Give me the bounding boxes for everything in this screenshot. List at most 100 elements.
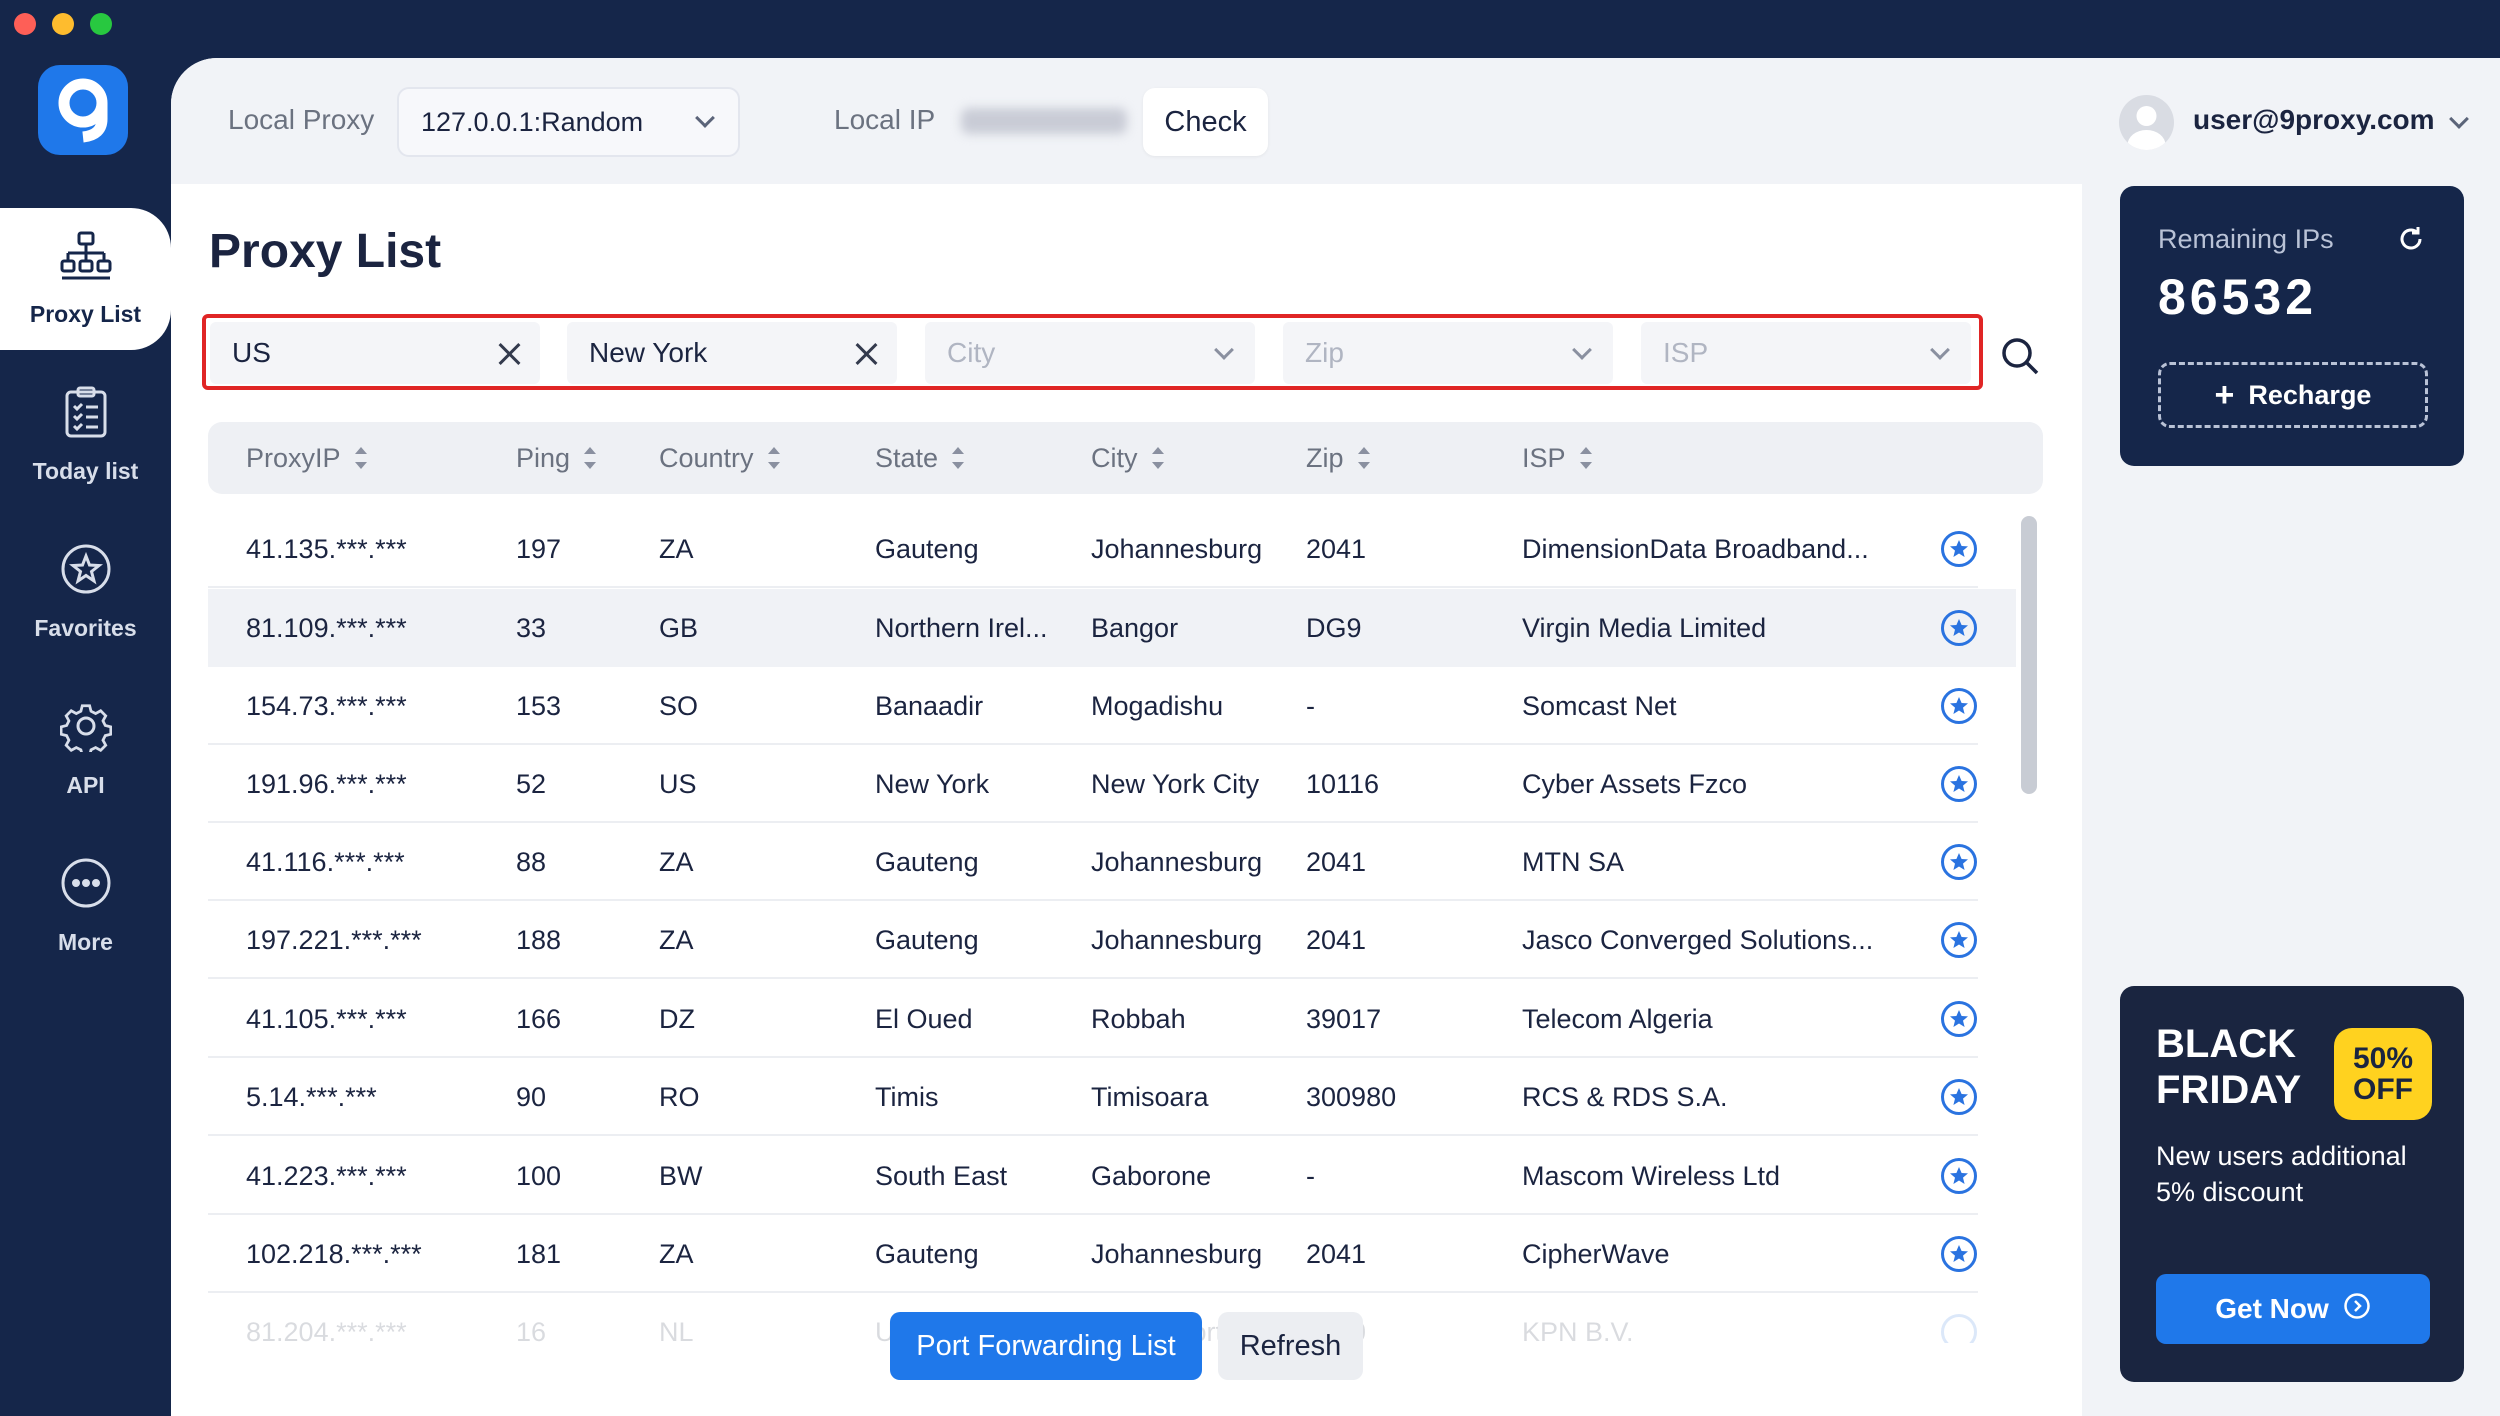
gear-icon xyxy=(59,700,112,758)
check-ip-button[interactable]: Check xyxy=(1143,88,1268,156)
favorite-star-icon[interactable] xyxy=(1941,844,1977,880)
country-filter[interactable]: US xyxy=(210,322,540,384)
column-header-city[interactable]: City xyxy=(1091,422,1164,494)
user-avatar[interactable] xyxy=(2119,95,2174,150)
promo-title-line1: BLACK xyxy=(2156,1022,2296,1066)
city-filter[interactable]: City xyxy=(925,322,1255,384)
state-filter[interactable]: New York xyxy=(567,322,897,384)
cell-isp: Telecom Algeria xyxy=(1522,1003,1713,1034)
cell-ip: 191.96.***.*** xyxy=(246,768,407,799)
table-row[interactable]: 81.109.***.*** 33 GB Northern Irel... Ba… xyxy=(208,589,2016,667)
sidebar-item-label: Today list xyxy=(32,457,139,484)
cell-isp: Mascom Wireless Ltd xyxy=(1522,1160,1781,1191)
column-header-state[interactable]: State xyxy=(875,422,965,494)
table-row[interactable]: 41.105.***.*** 166 DZ El Oued Robbah 390… xyxy=(208,980,1978,1058)
sort-icon xyxy=(1357,447,1370,469)
cell-state: Banaadir xyxy=(875,690,984,721)
9proxy-logo-icon xyxy=(38,65,128,155)
cell-ip: 41.105.***.*** xyxy=(246,1003,407,1034)
sidebar-item-more[interactable]: More xyxy=(0,835,171,977)
cell-country: ZA xyxy=(659,533,694,564)
sort-icon xyxy=(354,447,367,469)
sidebar-item-proxy-list[interactable]: Proxy List xyxy=(0,208,171,350)
port-forwarding-list-button[interactable]: Port Forwarding List xyxy=(890,1312,1202,1380)
cell-city: Mogadishu xyxy=(1091,690,1224,721)
favorite-star-icon[interactable] xyxy=(1941,688,1977,724)
cell-ip: 81.109.***.*** xyxy=(246,612,407,643)
table-row[interactable]: 191.96.***.*** 52 US New York New York C… xyxy=(208,745,1978,823)
chevron-down-icon xyxy=(1930,340,1950,360)
cell-ping: 52 xyxy=(516,768,547,799)
sidebar-item-favorites[interactable]: Favorites xyxy=(0,521,171,663)
top-bar: Local Proxy 127.0.0.1:Random Local IP Ch… xyxy=(171,58,2500,184)
table-row[interactable]: 102.218.***.*** 181 ZA Gauteng Johannesb… xyxy=(208,1215,1978,1293)
refresh-button[interactable]: Refresh xyxy=(1218,1312,1363,1380)
table-scrollbar[interactable] xyxy=(2021,516,2037,794)
cell-city: Johannesburg xyxy=(1091,533,1263,564)
sidebar-item-api[interactable]: API xyxy=(0,678,171,820)
sort-icon xyxy=(1579,447,1592,469)
refresh-ips-icon[interactable] xyxy=(2396,224,2426,254)
cell-ip: 41.223.***.*** xyxy=(246,1160,407,1191)
table-header: ProxyIP Ping Country State City Zip ISP xyxy=(208,422,2043,494)
clear-state-icon[interactable] xyxy=(853,341,879,367)
cell-zip: - xyxy=(1306,1160,1315,1191)
cell-city: Johannesburg xyxy=(1091,846,1263,877)
table-row[interactable]: 41.223.***.*** 100 BW South East Gaboron… xyxy=(208,1137,1978,1215)
black-friday-promo-card: BLACK FRIDAY 50% OFF New users additiona… xyxy=(2120,986,2464,1382)
cell-state: Gauteng xyxy=(875,1238,979,1269)
window-maximize-button[interactable] xyxy=(90,13,112,35)
favorite-star-icon[interactable] xyxy=(1941,1079,1977,1115)
cell-isp: DimensionData Broadband... xyxy=(1522,533,1869,564)
table-row[interactable]: 197.221.***.*** 188 ZA Gauteng Johannesb… xyxy=(208,901,1978,979)
cell-country: ZA xyxy=(659,924,694,955)
cell-isp: MTN SA xyxy=(1522,846,1625,877)
get-now-button[interactable]: Get Now xyxy=(2156,1274,2430,1344)
window-close-button[interactable] xyxy=(14,13,36,35)
country-filter-value: US xyxy=(232,337,271,368)
window-minimize-button[interactable] xyxy=(52,13,74,35)
user-menu-chevron-icon[interactable] xyxy=(2449,109,2469,129)
column-header-proxyip[interactable]: ProxyIP xyxy=(246,422,367,494)
favorite-star-icon[interactable] xyxy=(1941,1158,1977,1194)
cell-zip: 10116 xyxy=(1306,768,1380,799)
cell-state: El Oued xyxy=(875,1003,973,1034)
favorite-star-icon[interactable] xyxy=(1941,1001,1977,1037)
favorite-star-icon[interactable] xyxy=(1941,610,1977,646)
favorite-star-icon[interactable] xyxy=(1941,531,1977,567)
isp-filter[interactable]: ISP xyxy=(1641,322,1971,384)
cell-zip: 2041 xyxy=(1306,1238,1367,1269)
cell-zip: 300980 xyxy=(1306,1081,1397,1112)
cell-ip: 102.218.***.*** xyxy=(246,1238,422,1269)
sidebar-item-label: API xyxy=(66,771,105,798)
sidebar-item-today-list[interactable]: Today list xyxy=(0,364,171,506)
promo-description: New users additional 5% discount xyxy=(2156,1141,2407,1208)
table-row[interactable]: 41.135.***.*** 197 ZA Gauteng Johannesbu… xyxy=(208,510,1978,588)
zip-filter[interactable]: Zip xyxy=(1283,322,1613,384)
clear-country-icon[interactable] xyxy=(496,341,522,367)
more-dots-icon xyxy=(60,857,112,915)
promo-title-line2: FRIDAY xyxy=(2156,1068,2302,1112)
favorite-star-icon[interactable] xyxy=(1941,1314,1977,1343)
table-row[interactable]: 5.14.***.*** 90 RO Timis Timisoara 30098… xyxy=(208,1058,1978,1136)
column-header-ping[interactable]: Ping xyxy=(516,422,597,494)
favorite-star-icon[interactable] xyxy=(1941,766,1977,802)
remaining-ips-card: Remaining IPs 86532 + Recharge xyxy=(2120,186,2464,466)
user-email[interactable]: user@9proxy.com xyxy=(2193,104,2435,136)
recharge-button[interactable]: + Recharge xyxy=(2158,362,2428,428)
search-icon[interactable] xyxy=(2000,336,2040,376)
cell-ip: 81.204.***.*** xyxy=(246,1316,407,1344)
local-ip-value-blurred xyxy=(961,108,1127,134)
local-proxy-select[interactable]: 127.0.0.1:Random xyxy=(397,87,740,157)
column-header-country[interactable]: Country xyxy=(659,422,780,494)
favorite-star-icon[interactable] xyxy=(1941,922,1977,958)
column-header-isp[interactable]: ISP xyxy=(1522,422,1592,494)
column-header-zip[interactable]: Zip xyxy=(1306,422,1370,494)
network-tree-icon xyxy=(60,231,112,287)
table-row[interactable]: 41.116.***.*** 88 ZA Gauteng Johannesbur… xyxy=(208,823,1978,901)
city-filter-placeholder: City xyxy=(947,337,996,368)
state-filter-value: New York xyxy=(589,337,708,368)
favorite-star-icon[interactable] xyxy=(1941,1236,1977,1272)
table-row[interactable]: 154.73.***.*** 153 SO Banaadir Mogadishu… xyxy=(208,667,1978,745)
cell-state: Gauteng xyxy=(875,846,979,877)
